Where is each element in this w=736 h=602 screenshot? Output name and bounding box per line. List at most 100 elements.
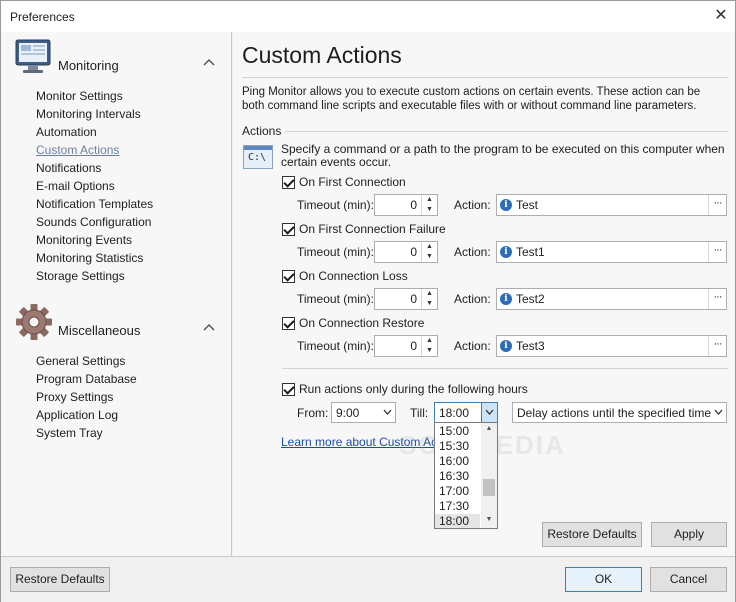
hours-divider (282, 368, 728, 369)
sidebar-item-custom-actions[interactable]: Custom Actions (36, 141, 153, 159)
misc-nav-list: General Settings Program Database Proxy … (36, 352, 137, 442)
timeout-label: Timeout (min): (297, 339, 374, 353)
dropdown-option[interactable]: 17:00 (439, 484, 469, 498)
stepper-up-icon[interactable]: ▲ (421, 242, 437, 252)
browse-button[interactable]: ··· (708, 289, 726, 309)
preferences-window: Preferences ✕ Monitoring Monitor Setting… (0, 0, 736, 602)
action-field[interactable]: i Test2 ··· (496, 288, 727, 310)
chevron-down-icon[interactable] (379, 403, 395, 422)
action-field[interactable]: i Test3 ··· (496, 335, 727, 357)
till-select[interactable]: 18:00 (434, 402, 498, 423)
action-label: Action: (454, 198, 491, 212)
sidebar-item-notification-templates[interactable]: Notification Templates (36, 195, 153, 213)
from-label: From: (297, 406, 329, 420)
sidebar-item-monitor-settings[interactable]: Monitor Settings (36, 87, 153, 105)
section-label-actions: Actions (242, 124, 282, 138)
page-description: Ping Monitor allows you to execute custo… (242, 86, 701, 112)
sidebar-item-notifications[interactable]: Notifications (36, 159, 153, 177)
section-divider (285, 131, 728, 132)
close-icon[interactable]: ✕ (710, 5, 732, 27)
stepper-up-icon[interactable]: ▲ (421, 195, 437, 205)
gear-icon (14, 302, 54, 342)
on-first-connection-failure-checkbox[interactable] (282, 223, 295, 236)
group-title-monitoring[interactable]: Monitoring (58, 58, 119, 73)
info-icon: i (500, 246, 512, 258)
sidebar-item-storage-settings[interactable]: Storage Settings (36, 267, 153, 285)
chevron-down-icon[interactable] (481, 403, 497, 422)
stepper-up-icon[interactable]: ▲ (421, 336, 437, 346)
chevron-up-icon[interactable] (203, 58, 215, 69)
delay-mode-select[interactable]: Delay actions until the specified time (512, 402, 727, 423)
on-connection-restore-label[interactable]: On Connection Restore (299, 316, 424, 330)
info-icon: i (500, 293, 512, 305)
sidebar: Monitoring Monitor Settings Monitoring I… (1, 32, 232, 556)
sidebar-item-monitoring-intervals[interactable]: Monitoring Intervals (36, 105, 153, 123)
stepper-down-icon[interactable]: ▼ (421, 252, 437, 262)
on-connection-loss-label[interactable]: On Connection Loss (299, 269, 408, 283)
timeout-label: Timeout (min): (297, 245, 374, 259)
on-first-connection-label[interactable]: On First Connection (299, 175, 406, 189)
on-first-connection-failure-label[interactable]: On First Connection Failure (299, 222, 446, 236)
dropdown-scrollbar[interactable]: ▲ ▼ (481, 423, 497, 528)
stepper-down-icon[interactable]: ▼ (421, 205, 437, 215)
dropdown-option[interactable]: 17:30 (439, 499, 469, 513)
from-select[interactable]: 9:00 (331, 402, 396, 423)
chevron-down-icon[interactable] (710, 403, 726, 422)
action-label: Action: (454, 292, 491, 306)
sidebar-item-system-tray[interactable]: System Tray (36, 424, 137, 442)
scrollbar-thumb[interactable] (483, 479, 495, 496)
browse-button[interactable]: ··· (708, 242, 726, 262)
monitor-icon (14, 38, 54, 76)
on-first-connection-checkbox[interactable] (282, 176, 295, 189)
stepper-down-icon[interactable]: ▼ (421, 299, 437, 309)
sidebar-item-automation[interactable]: Automation (36, 123, 153, 141)
sidebar-item-monitoring-events[interactable]: Monitoring Events (36, 231, 153, 249)
chevron-up-icon[interactable] (203, 323, 215, 334)
dropdown-option[interactable]: 16:00 (439, 454, 469, 468)
command-prompt-icon: C:\ (243, 145, 273, 169)
timeout-label: Timeout (min): (297, 198, 374, 212)
scroll-up-icon[interactable]: ▲ (483, 425, 495, 432)
sidebar-item-sounds-configuration[interactable]: Sounds Configuration (36, 213, 153, 231)
group-title-miscellaneous[interactable]: Miscellaneous (58, 323, 140, 338)
action-field[interactable]: i Test1 ··· (496, 241, 727, 263)
timeout-stepper[interactable]: 0 ▲ ▼ (374, 241, 438, 263)
sidebar-item-proxy-settings[interactable]: Proxy Settings (36, 388, 137, 406)
dropdown-option[interactable]: 15:00 (439, 424, 469, 438)
panel-restore-defaults-button[interactable]: Restore Defaults (542, 522, 642, 547)
scroll-down-icon[interactable]: ▼ (483, 516, 495, 523)
action-label: Action: (454, 245, 491, 259)
browse-button[interactable]: ··· (708, 195, 726, 215)
run-hours-label[interactable]: Run actions only during the following ho… (299, 382, 528, 396)
till-label: Till: (410, 406, 429, 420)
sidebar-item-email-options[interactable]: E-mail Options (36, 177, 153, 195)
sidebar-item-application-log[interactable]: Application Log (36, 406, 137, 424)
dropdown-option[interactable]: 16:30 (439, 469, 469, 483)
stepper-up-icon[interactable]: ▲ (421, 289, 437, 299)
timeout-label: Timeout (min): (297, 292, 374, 306)
command-prompt-icon-text: C:\ (248, 152, 267, 163)
dropdown-option[interactable]: 15:30 (439, 439, 469, 453)
timeout-stepper[interactable]: 0 ▲ ▼ (374, 335, 438, 357)
ok-button[interactable]: OK (565, 567, 642, 592)
dropdown-option-selected[interactable]: 18:00 (435, 514, 480, 528)
till-dropdown-list[interactable]: 15:00 15:30 16:00 16:30 17:00 17:30 18:0… (434, 422, 498, 529)
timeout-stepper[interactable]: 0 ▲ ▼ (374, 194, 438, 216)
sidebar-item-monitoring-statistics[interactable]: Monitoring Statistics (36, 249, 153, 267)
action-field[interactable]: i Test ··· (496, 194, 727, 216)
monitoring-nav-list: Monitor Settings Monitoring Intervals Au… (36, 87, 153, 285)
timeout-stepper[interactable]: 0 ▲ ▼ (374, 288, 438, 310)
on-connection-loss-checkbox[interactable] (282, 270, 295, 283)
window-title: Preferences (10, 10, 75, 24)
stepper-down-icon[interactable]: ▼ (421, 346, 437, 356)
dialog-footer: Restore Defaults OK Cancel (1, 556, 735, 602)
sidebar-item-general-settings[interactable]: General Settings (36, 352, 137, 370)
browse-button[interactable]: ··· (708, 336, 726, 356)
cancel-button[interactable]: Cancel (650, 567, 727, 592)
on-connection-restore-checkbox[interactable] (282, 317, 295, 330)
run-hours-checkbox[interactable] (282, 383, 295, 396)
restore-defaults-button[interactable]: Restore Defaults (10, 567, 110, 592)
apply-button[interactable]: Apply (651, 522, 727, 547)
section-help-text: Specify a command or a path to the progr… (281, 142, 725, 169)
sidebar-item-program-database[interactable]: Program Database (36, 370, 137, 388)
